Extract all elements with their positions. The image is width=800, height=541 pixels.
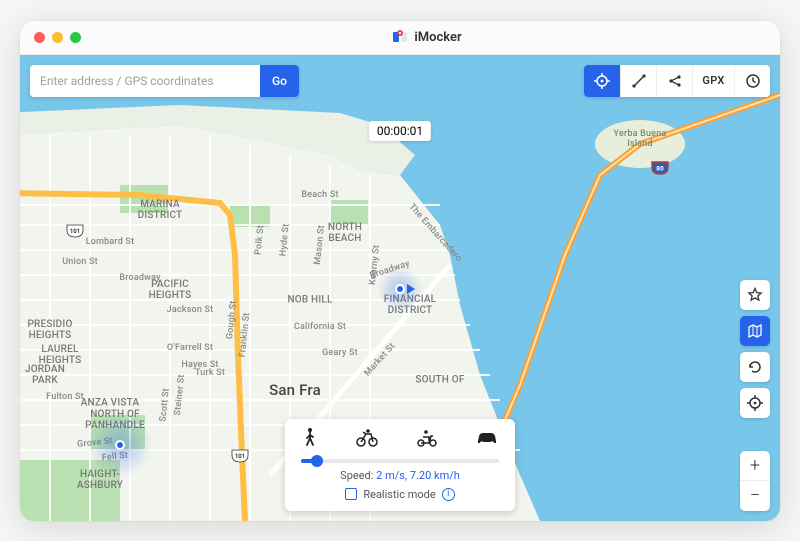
recenter-button[interactable] bbox=[740, 388, 770, 418]
hwy-101-shield-icon: 101 bbox=[66, 223, 84, 237]
favorite-button[interactable] bbox=[740, 280, 770, 310]
zoom-out-button[interactable]: − bbox=[740, 481, 770, 511]
district-jordan-park: JORDANPARK bbox=[25, 364, 65, 386]
reset-button[interactable] bbox=[740, 352, 770, 382]
street-ofarrell: O'Farrell St bbox=[167, 343, 213, 353]
i80-shield-icon: 80 bbox=[651, 160, 669, 174]
refresh-icon bbox=[747, 359, 763, 375]
street-jackson: Jackson St bbox=[167, 305, 214, 315]
search-input[interactable] bbox=[30, 65, 260, 97]
street-geary: Geary St bbox=[322, 348, 358, 358]
realistic-info-button[interactable]: i bbox=[442, 488, 455, 501]
street-beach: Beach St bbox=[301, 190, 338, 200]
svg-text:80: 80 bbox=[656, 164, 664, 172]
current-location-marker[interactable] bbox=[395, 284, 405, 294]
mode-car[interactable] bbox=[475, 427, 499, 451]
target-icon bbox=[747, 395, 763, 411]
district-presidio-heights: PRESIDIOHEIGHTS bbox=[27, 319, 72, 341]
bike-icon bbox=[355, 427, 379, 447]
zoom-control: + − bbox=[740, 451, 770, 511]
share-icon bbox=[667, 73, 683, 89]
slider-knob[interactable] bbox=[311, 455, 323, 467]
zoom-in-button[interactable]: + bbox=[740, 451, 770, 481]
svg-text:101: 101 bbox=[70, 228, 80, 235]
street-lombard: Lombard St bbox=[86, 237, 135, 247]
timer-display: 00:00:01 bbox=[369, 121, 431, 141]
search-bar: Go bbox=[30, 65, 299, 97]
island-label: Yerba BuenaIsland bbox=[614, 129, 667, 149]
street-fulton: Fulton St bbox=[46, 392, 84, 402]
scooter-icon bbox=[415, 427, 439, 447]
speed-readout: Speed: 2 m/s, 7.20 km/h bbox=[297, 469, 503, 482]
close-window-button[interactable] bbox=[34, 32, 45, 43]
district-marina: MARINADISTRICT bbox=[138, 199, 183, 221]
route-icon bbox=[631, 73, 647, 89]
map-canvas[interactable]: San Fra Yerba BuenaIsland PRESIDIOHEIGHT… bbox=[20, 55, 780, 521]
district-laurel-heights: LAURELHEIGHTS bbox=[39, 344, 82, 366]
city-label: San Fra bbox=[269, 381, 321, 399]
district-anza-vista: ANZA VISTA bbox=[81, 397, 140, 408]
history-button[interactable] bbox=[734, 65, 770, 97]
top-toolbar: GPX bbox=[584, 65, 770, 97]
route-button[interactable] bbox=[620, 65, 656, 97]
street-hayes: Hayes St bbox=[181, 360, 218, 370]
app-window: iMocker bbox=[20, 21, 780, 521]
mode-scooter[interactable] bbox=[415, 427, 439, 451]
car-icon bbox=[475, 427, 499, 447]
street-california: California St bbox=[294, 322, 346, 332]
map-style-button[interactable] bbox=[740, 316, 770, 346]
map-icon bbox=[747, 323, 763, 339]
app-icon bbox=[392, 29, 408, 45]
mode-bike[interactable] bbox=[355, 427, 379, 451]
locate-button[interactable] bbox=[584, 65, 620, 97]
realistic-checkbox[interactable] bbox=[345, 488, 357, 500]
mode-walk[interactable] bbox=[301, 427, 319, 451]
star-icon bbox=[747, 287, 763, 303]
hwy-101-shield-icon: 101 bbox=[231, 448, 249, 462]
crosshair-icon bbox=[594, 73, 610, 89]
secondary-location-marker[interactable] bbox=[115, 440, 125, 450]
realistic-label: Realistic mode bbox=[363, 488, 435, 501]
svg-text:101: 101 bbox=[235, 453, 245, 460]
speed-slider[interactable] bbox=[301, 459, 499, 463]
search-go-button[interactable]: Go bbox=[260, 65, 299, 97]
district-nob-hill: NOB HILL bbox=[287, 294, 332, 305]
walk-icon bbox=[301, 427, 319, 447]
speed-panel: Speed: 2 m/s, 7.20 km/h Realistic mode i bbox=[285, 419, 515, 511]
district-south-of: SOUTH OF bbox=[415, 374, 464, 385]
street-union: Union St bbox=[62, 257, 98, 267]
gpx-button[interactable]: GPX bbox=[692, 65, 734, 97]
maximize-window-button[interactable] bbox=[70, 32, 81, 43]
share-button[interactable] bbox=[656, 65, 692, 97]
movement-modes bbox=[297, 427, 503, 451]
titlebar: iMocker bbox=[20, 21, 780, 55]
minimize-window-button[interactable] bbox=[52, 32, 63, 43]
app-title: iMocker bbox=[414, 30, 461, 45]
street-broadway: Broadway bbox=[119, 273, 160, 283]
district-north-beach: NORTHBEACH bbox=[328, 222, 362, 244]
clock-icon bbox=[745, 73, 761, 89]
side-toolbar bbox=[740, 280, 770, 418]
